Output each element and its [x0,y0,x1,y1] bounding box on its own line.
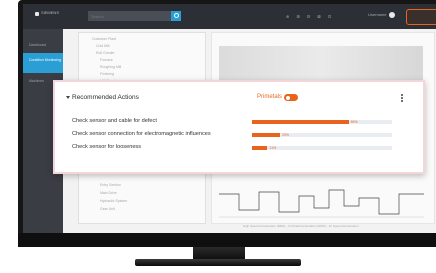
toolbar-icons[interactable]: ⊕ ⊞ ⊟ ⊠ ⊡ [286,14,334,19]
tree-item[interactable]: Main Drive [100,191,117,195]
user-label[interactable]: Username [368,12,386,17]
tree-item[interactable]: Roll Grinder [96,51,115,55]
tree-item[interactable]: Cold Mill [96,44,109,48]
tree-item[interactable]: Furnace [100,58,113,62]
recommended-actions-card: Recommended Actions Primetals Check sens… [53,80,425,174]
action-progress-track: 20% [252,133,392,137]
action-percent: 11% [269,145,277,150]
chart-legend: High Speed Acceleration (RMS) - 1h Peak/… [243,224,359,228]
toggle-knob [286,95,290,100]
search-icon [174,13,179,18]
action-progress-fill [252,133,280,137]
more-options-icon[interactable] [401,94,403,102]
tree-item[interactable]: Roughing Mill [100,65,121,69]
card-title: Recommended Actions [72,94,139,101]
action-progress-track: 69% [252,120,392,124]
nav-item-condition-monitoring[interactable]: Condition Monitoring [23,53,63,73]
primetals-label: Primetals [257,94,283,100]
collapse-chevron-icon[interactable] [66,96,70,99]
action-progress-track: 11% [252,146,392,150]
brand-name: SIEMENS [40,10,59,15]
monitor-stand-base [135,259,301,266]
search-input[interactable] [88,11,173,21]
tree-item[interactable]: Entry Section [100,183,121,187]
action-percent: 69% [350,119,358,124]
monitor-bezel-bottom [18,233,436,247]
primary-action-button[interactable] [406,9,436,25]
tree-root[interactable]: Customer Plant [92,37,116,41]
action-label: Check sensor and cable for defect [72,118,157,124]
action-label: Check sensor for looseness [72,144,142,150]
monitor-stand [193,247,245,259]
search-button[interactable] [171,11,181,21]
nav-item-dashboard[interactable]: Dashboard [23,39,63,51]
trend-chart [219,189,424,218]
user-avatar-icon[interactable] [389,12,395,18]
action-label: Check sensor connection for electromagne… [72,131,211,137]
primetals-toggle[interactable] [284,94,298,101]
tree-item[interactable]: Finishing [100,72,114,76]
tree-item[interactable]: Hydraulic System [100,199,127,203]
tree-item[interactable]: Gear Unit [100,207,115,211]
action-progress-fill [252,146,268,150]
top-bar: SIEMENS ⊕ ⊞ ⊟ ⊠ ⊡ Username [23,4,436,29]
action-progress-fill [252,120,349,124]
action-percent: 20% [282,132,290,137]
